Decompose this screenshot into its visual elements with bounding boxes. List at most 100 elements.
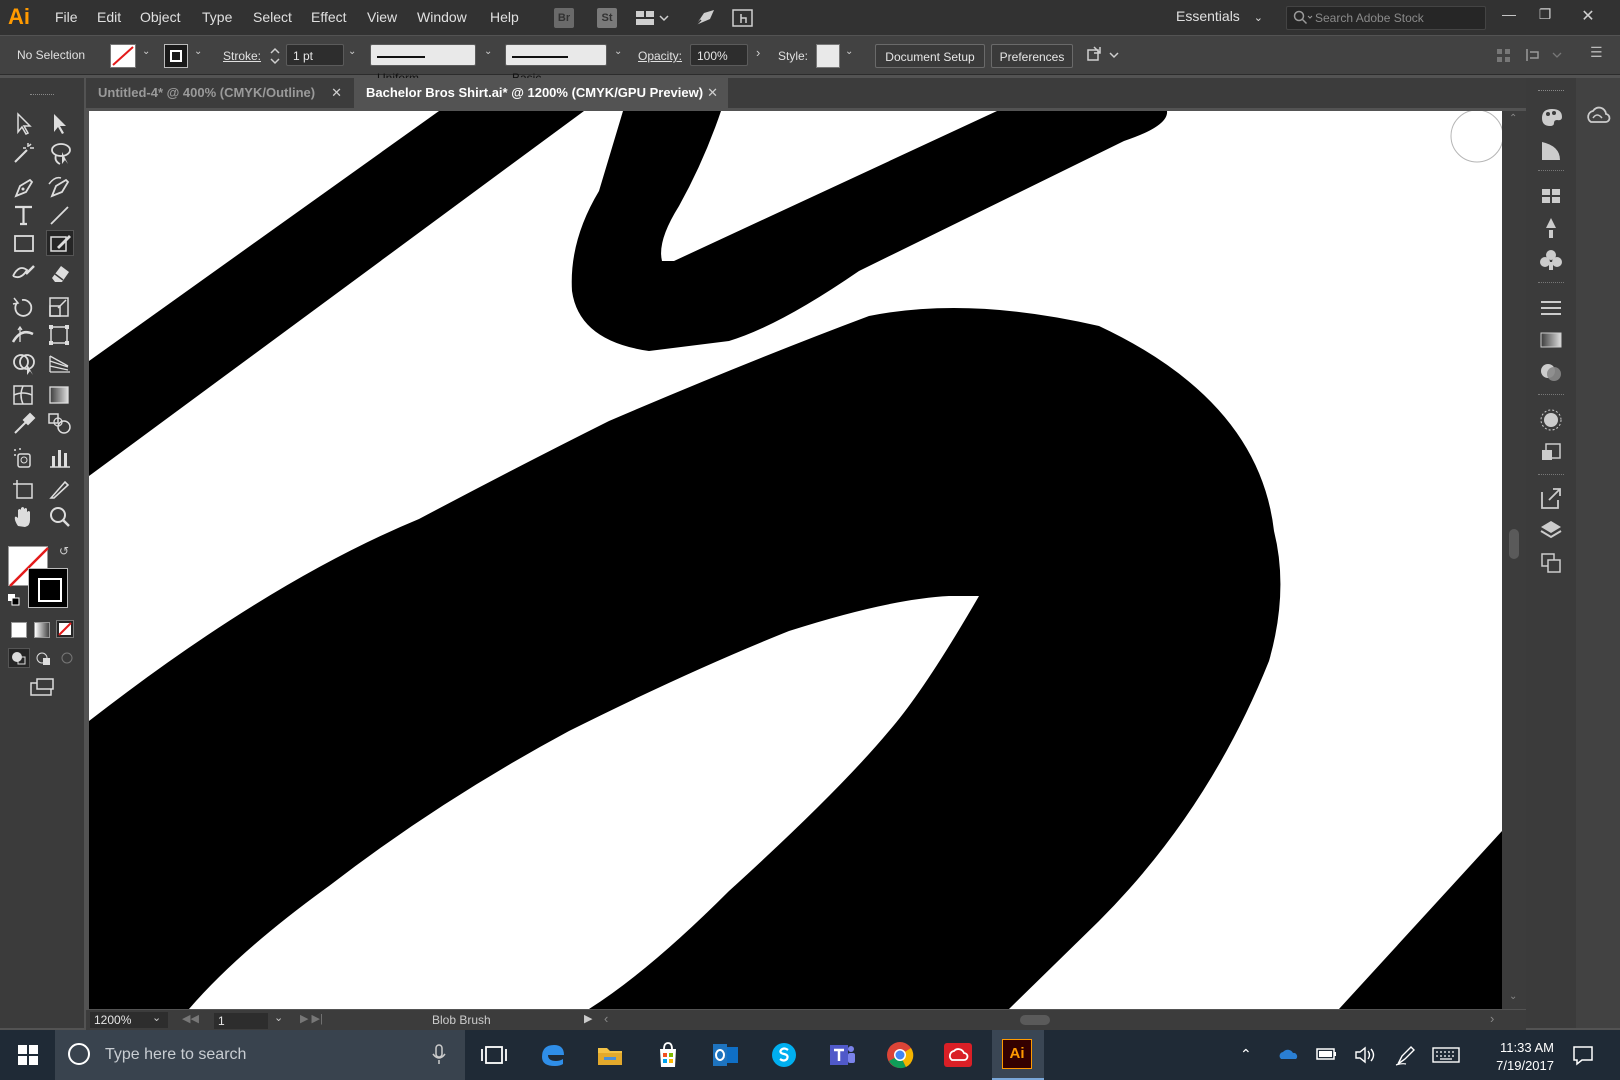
menu-view[interactable]: View: [367, 9, 397, 25]
stroke-swatch[interactable]: [164, 44, 188, 68]
status-menu-icon[interactable]: ▶: [584, 1012, 592, 1025]
creative-cloud-libraries-icon[interactable]: [1584, 104, 1612, 128]
gradient-panel-icon[interactable]: [1538, 328, 1564, 352]
graphic-styles-icon[interactable]: [1538, 440, 1564, 464]
graphic-style-swatch[interactable]: [816, 44, 840, 68]
windows-start-icon[interactable]: [18, 1045, 40, 1070]
preferences-button[interactable]: Preferences: [991, 44, 1073, 68]
gradient-tool[interactable]: [46, 382, 74, 408]
layers-icon[interactable]: [1538, 518, 1564, 542]
volume-icon[interactable]: [1354, 1046, 1376, 1067]
close-window-icon[interactable]: ✕: [1576, 6, 1600, 26]
battery-icon[interactable]: [1316, 1047, 1338, 1064]
shaper-tool[interactable]: [10, 260, 38, 286]
workspace-switcher[interactable]: Essentials ⌄: [1176, 8, 1263, 24]
transparency-icon[interactable]: [1538, 360, 1564, 384]
brush-definition[interactable]: Basic: [505, 44, 607, 85]
menu-effect[interactable]: Effect: [311, 9, 347, 25]
touch-keyboard-icon[interactable]: [1432, 1046, 1460, 1067]
scroll-right-icon[interactable]: ›: [1490, 1011, 1494, 1026]
vertical-scroll-thumb[interactable]: [1509, 529, 1519, 559]
selection-tool[interactable]: [10, 110, 38, 136]
stroke-color-box[interactable]: [28, 568, 68, 608]
color-guide-icon[interactable]: [1538, 104, 1564, 128]
menu-window[interactable]: Window: [417, 9, 467, 25]
swap-fill-stroke-icon[interactable]: ↺: [59, 544, 69, 558]
style-dropdown-icon[interactable]: ⌄: [845, 46, 853, 57]
minimize-icon[interactable]: —: [1497, 6, 1521, 22]
brush-dropdown-icon[interactable]: ⌄: [614, 46, 622, 57]
stroke-dropdown-icon[interactable]: ⌄: [194, 46, 202, 57]
profile-dropdown-icon[interactable]: ⌄: [484, 46, 492, 57]
blend-tool[interactable]: [46, 410, 74, 436]
artboard-tool[interactable]: [10, 476, 38, 502]
menu-edit[interactable]: Edit: [97, 9, 121, 25]
hand-tool[interactable]: [10, 504, 38, 530]
menu-type[interactable]: Type: [202, 9, 232, 25]
menu-help[interactable]: Help: [490, 9, 519, 25]
illustrator-taskbar-button[interactable]: Ai: [992, 1030, 1044, 1080]
dock-grip[interactable]: [1538, 90, 1564, 91]
edge-browser-icon[interactable]: [536, 1039, 568, 1071]
appearance-icon[interactable]: [1538, 408, 1564, 432]
slice-tool[interactable]: [46, 476, 74, 502]
stroke-weight-input[interactable]: 1 pt: [286, 44, 344, 66]
arrange-documents-icon[interactable]: [636, 9, 670, 30]
width-tool[interactable]: [10, 322, 38, 348]
show-hidden-icons-icon[interactable]: ⌃: [1240, 1046, 1252, 1063]
align-icon[interactable]: [1496, 48, 1512, 67]
draw-behind-icon[interactable]: [34, 650, 54, 671]
menu-file[interactable]: File: [55, 9, 78, 25]
rectangle-tool[interactable]: [10, 230, 38, 256]
close-tab-icon[interactable]: ✕: [331, 78, 342, 108]
teams-icon[interactable]: [826, 1039, 858, 1071]
export-icon[interactable]: [1538, 486, 1564, 510]
file-explorer-icon[interactable]: [594, 1039, 626, 1071]
variable-width-profile[interactable]: Uniform: [370, 44, 476, 85]
none-mode-icon[interactable]: [56, 620, 74, 638]
scroll-left-icon[interactable]: ‹: [604, 1011, 608, 1026]
blob-brush-tool[interactable]: [46, 230, 74, 256]
horizontal-scroll-thumb[interactable]: [1020, 1015, 1050, 1025]
scale-tool[interactable]: [46, 294, 74, 320]
column-graph-tool[interactable]: [46, 444, 74, 470]
magic-wand-tool[interactable]: [10, 140, 38, 166]
tab-untitled-4[interactable]: Untitled-4* @ 400% (CMYK/Outline) ✕: [86, 78, 352, 108]
tools-grip[interactable]: [30, 94, 54, 97]
shape-builder-tool[interactable]: [10, 350, 38, 376]
zoom-dropdown-icon[interactable]: ⌄: [152, 1011, 161, 1024]
skype-icon[interactable]: [768, 1039, 800, 1071]
color-mode-icon[interactable]: [11, 622, 27, 638]
restore-icon[interactable]: ❐: [1533, 6, 1557, 23]
eyedropper-tool[interactable]: [10, 410, 38, 436]
mesh-tool[interactable]: [10, 382, 38, 408]
color-panel-icon[interactable]: [1538, 138, 1564, 162]
stock-icon[interactable]: St: [597, 8, 617, 28]
artboard-dropdown-icon[interactable]: ⌄: [274, 1011, 283, 1024]
pen-workspace-icon[interactable]: [1394, 1044, 1416, 1069]
close-tab-icon[interactable]: ✕: [707, 78, 718, 108]
bridge-icon[interactable]: Br: [554, 8, 574, 28]
creative-cloud-icon[interactable]: [942, 1039, 974, 1071]
scroll-down-icon[interactable]: ⌄: [1509, 991, 1517, 1002]
store-icon[interactable]: [652, 1039, 684, 1071]
artboards-panel-icon[interactable]: [1538, 550, 1564, 574]
swatches-icon[interactable]: [1538, 184, 1564, 208]
zoom-tool[interactable]: [46, 504, 74, 530]
rotate-tool[interactable]: [10, 294, 38, 320]
artboard-number-field[interactable]: 1: [214, 1013, 268, 1029]
document-setup-button[interactable]: Document Setup: [875, 44, 985, 68]
action-center-icon[interactable]: [1572, 1044, 1594, 1069]
chrome-icon[interactable]: [884, 1039, 916, 1071]
stroke-stepper-icon[interactable]: [268, 44, 282, 68]
control-menu-icon[interactable]: ☰: [1590, 44, 1603, 61]
opacity-expand-icon[interactable]: ›: [756, 45, 760, 60]
scroll-up-icon[interactable]: ⌃: [1509, 113, 1517, 124]
microphone-icon[interactable]: [431, 1044, 447, 1069]
eraser-tool[interactable]: [46, 260, 74, 286]
tab-bachelor-bros-shirt[interactable]: Bachelor Bros Shirt.ai* @ 1200% (CMYK/GP…: [354, 78, 728, 108]
outlook-icon[interactable]: [710, 1039, 742, 1071]
search-stock-field[interactable]: Search Adobe Stock: [1286, 6, 1486, 30]
arrange-icon[interactable]: [1086, 45, 1122, 68]
line-segment-tool[interactable]: [46, 202, 74, 228]
